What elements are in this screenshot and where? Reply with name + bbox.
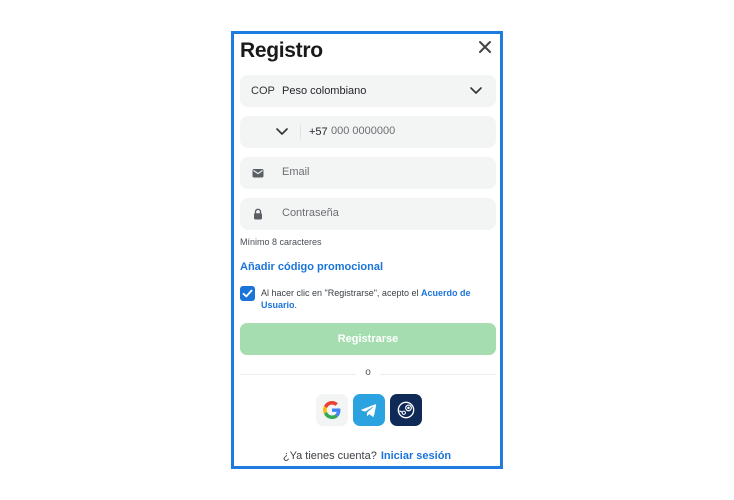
email-field: [240, 157, 496, 189]
close-icon[interactable]: [478, 40, 492, 54]
telegram-icon: [361, 404, 377, 417]
email-input[interactable]: [282, 166, 482, 178]
login-prompt: ¿Ya tienes cuenta? Iniciar sesión: [234, 450, 500, 462]
currency-name: Peso colombiano: [282, 85, 367, 97]
modal-title: Registro: [240, 39, 323, 62]
country-code-dropdown[interactable]: [276, 128, 288, 136]
currency-code: COP: [251, 85, 275, 97]
steam-icon: [397, 401, 415, 419]
lock-icon: [254, 208, 262, 220]
steam-login-button[interactable]: [390, 394, 422, 426]
checkmark-icon: [242, 289, 253, 298]
password-input[interactable]: [282, 207, 482, 219]
phone-prefix: +57: [309, 126, 328, 138]
envelope-icon: [252, 169, 264, 178]
terms-suffix: .: [294, 300, 298, 310]
phone-separator: [300, 125, 301, 139]
phone-field: +57: [240, 116, 496, 148]
terms-label: Al hacer clic en "Registrarse", acepto e…: [261, 288, 421, 298]
phone-input[interactable]: [331, 125, 481, 137]
chevron-down-icon: [470, 87, 482, 94]
google-icon: [323, 401, 341, 419]
add-promo-code-link[interactable]: Añadir código promocional: [240, 261, 383, 273]
telegram-login-button[interactable]: [353, 394, 385, 426]
password-hint: Mínimo 8 caracteres: [240, 237, 322, 247]
currency-select[interactable]: COP Peso colombiano: [240, 75, 496, 107]
login-question: ¿Ya tienes cuenta?: [282, 450, 377, 462]
register-button[interactable]: Registrarse: [240, 323, 496, 355]
login-link[interactable]: Iniciar sesión: [381, 450, 451, 462]
terms-text: Al hacer clic en "Registrarse", acepto e…: [261, 287, 497, 311]
registration-modal: Registro COP Peso colombiano +57 Mínimo …: [231, 31, 503, 469]
password-field: [240, 198, 496, 230]
google-login-button[interactable]: [316, 394, 348, 426]
divider-text: o: [356, 367, 380, 378]
terms-checkbox[interactable]: [240, 286, 255, 301]
